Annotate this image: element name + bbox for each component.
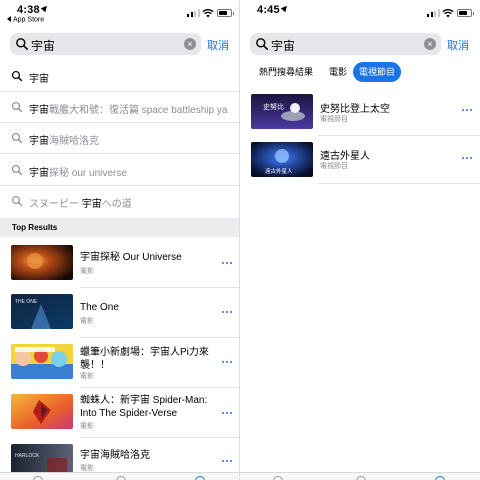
back-arrow-icon: [7, 16, 11, 22]
left-screen: 4:38 App Store 宇宙 × 取消 宇宙 宇宙戰艦大和號：復活篇 sp…: [0, 0, 240, 480]
more-options-icon[interactable]: [462, 157, 473, 160]
result-subtitle: 電視節目: [320, 116, 348, 123]
result-item[interactable]: 蠟筆小新劇場：宇宙人Pi力來襲！！ 電影: [0, 338, 240, 388]
result-subtitle: 電影: [80, 373, 94, 380]
show-logo-text: 遠古外星人: [265, 167, 293, 175]
result-item[interactable]: 宇宙探秘 Our Universe 電影: [0, 238, 240, 288]
result-title: 蠟筆小新劇場：宇宙人Pi力來襲！！: [80, 347, 209, 371]
result-title: 宇宙探秘 Our Universe: [80, 252, 182, 263]
movie-poster-thumbnail: [11, 344, 73, 379]
cellular-signal-icon: [187, 9, 200, 17]
result-title: 蜘蛛人：新宇宙 Spider-Man: Into The Spider-Vers…: [80, 395, 208, 419]
suggestion-item[interactable]: 宇宙戰艦大和號：復活篇 space battleship ya: [0, 92, 240, 123]
tab-top-results[interactable]: 熱門搜尋結果: [253, 62, 319, 82]
status-bar: 4:38 App Store: [0, 0, 240, 28]
section-header-label: Top Results: [12, 223, 58, 232]
movie-poster-thumbnail: THE ONE: [11, 294, 73, 329]
search-icon: [11, 70, 23, 82]
movie-poster-thumbnail: [11, 245, 73, 280]
suggestion-item[interactable]: 宇宙海賊哈洛克: [0, 123, 240, 154]
search-bar[interactable]: 宇宙 ×: [250, 33, 441, 55]
cancel-button[interactable]: 取消: [207, 37, 229, 53]
wifi-icon: [442, 8, 454, 18]
tab-icon[interactable]: [356, 476, 366, 480]
cancel-button[interactable]: 取消: [447, 37, 469, 53]
clear-search-icon[interactable]: ×: [184, 38, 196, 50]
search-icon: [11, 132, 23, 144]
tab-icon[interactable]: [33, 476, 43, 480]
more-options-icon[interactable]: [222, 460, 233, 463]
result-item[interactable]: 史努比 史努比登上太空 電視節目: [240, 88, 480, 136]
poster-title-text: THE ONE: [15, 299, 38, 305]
show-logo-text: 史努比: [263, 102, 284, 111]
movie-poster-thumbnail: [11, 394, 73, 429]
suggestion-text: スヌーピー 宇宙への道: [29, 199, 132, 210]
tab-movies[interactable]: 電影: [323, 62, 353, 82]
suggestion-text: 宇宙: [29, 74, 49, 85]
result-title: 宇宙海賊哈洛克: [80, 450, 150, 461]
right-screen: 4:45 宇宙 × 取消 熱門搜尋結果 電影 電視節目 史努比 史努比登上太空 …: [240, 0, 480, 480]
status-time: 4:45: [257, 3, 290, 16]
location-icon: [280, 3, 290, 13]
tab-bar: [0, 472, 240, 480]
search-icon: [11, 101, 23, 113]
battery-icon: [217, 9, 234, 17]
result-title: 史努比登上太空: [320, 104, 390, 115]
tab-icon[interactable]: [273, 476, 283, 480]
suggestion-text: 宇宙海賊哈洛克: [29, 136, 99, 147]
suggestion-text: 宇宙戰艦大和號：復活篇 space battleship ya: [29, 105, 228, 116]
search-icon: [256, 38, 268, 50]
tab-bar: [240, 472, 480, 480]
tv-show-thumbnail: 遠古外星人: [251, 142, 313, 177]
search-query[interactable]: 宇宙: [271, 37, 295, 54]
status-time: 4:38: [17, 3, 50, 16]
search-icon: [11, 164, 23, 176]
more-options-icon[interactable]: [222, 262, 233, 265]
search-bar[interactable]: 宇宙 ×: [10, 33, 201, 55]
suggestion-item[interactable]: スヌーピー 宇宙への道: [0, 186, 240, 217]
wifi-icon: [202, 8, 214, 18]
suggestion-text: 宇宙探秘 our universe: [29, 168, 127, 179]
result-category-tabs: 熱門搜尋結果 電影 電視節目: [240, 60, 480, 84]
cellular-signal-icon: [427, 9, 440, 17]
more-options-icon[interactable]: [222, 361, 233, 364]
result-title: The One: [80, 302, 119, 313]
search-tab-icon[interactable]: [435, 476, 445, 480]
status-bar: 4:45: [240, 0, 480, 28]
search-tab-icon[interactable]: [195, 476, 205, 480]
more-options-icon[interactable]: [462, 109, 473, 112]
location-icon: [40, 3, 50, 13]
more-options-icon[interactable]: [222, 311, 233, 314]
poster-title-text: HARLOCK: [15, 453, 40, 459]
search-icon: [11, 195, 23, 207]
tab-tv-shows[interactable]: 電視節目: [353, 62, 402, 82]
battery-icon: [457, 9, 474, 17]
back-to-app-link[interactable]: App Store: [7, 16, 44, 24]
result-item[interactable]: THE ONE The One 電影: [0, 288, 240, 338]
result-subtitle: 電視節目: [320, 163, 348, 170]
clear-search-icon[interactable]: ×: [424, 38, 436, 50]
suggestion-item[interactable]: 宇宙探秘 our universe: [0, 155, 240, 186]
search-query[interactable]: 宇宙: [31, 37, 55, 54]
tv-show-thumbnail: 史努比: [251, 94, 313, 129]
more-options-icon[interactable]: [222, 412, 233, 415]
result-item[interactable]: 遠古外星人 遠古外星人 電視節目: [240, 136, 480, 184]
result-title: 遠古外星人: [320, 151, 370, 162]
result-subtitle: 電影: [80, 423, 94, 430]
result-item[interactable]: 蜘蛛人：新宇宙 Spider-Man: Into The Spider-Vers…: [0, 388, 240, 438]
result-subtitle: 電影: [80, 268, 94, 275]
section-header: Top Results: [0, 218, 240, 237]
suggestion-item[interactable]: 宇宙: [0, 61, 240, 92]
result-subtitle: 電影: [80, 318, 94, 325]
search-icon: [16, 38, 28, 50]
tab-icon[interactable]: [116, 476, 126, 480]
